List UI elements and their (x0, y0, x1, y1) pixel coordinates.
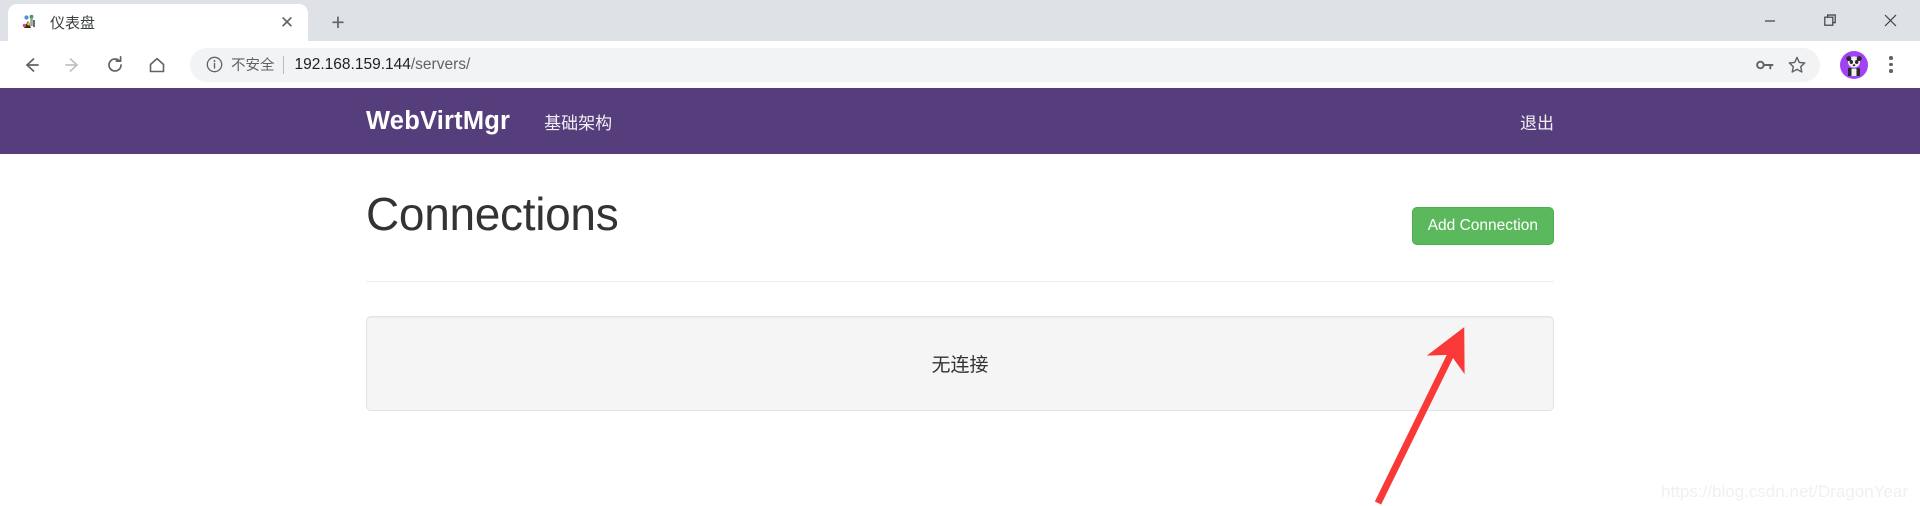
security-status-label: 不安全 (231, 58, 275, 74)
navbar-inner: WebVirtMgr 基础架构 退出 (366, 88, 1554, 154)
address-bar[interactable]: 不安全 192.168.159.144/servers/ (190, 47, 1820, 82)
nav-item-infrastructure[interactable]: 基础架构 (544, 109, 612, 134)
window-minimize-button[interactable] (1740, 0, 1800, 41)
info-circle-icon[interactable] (204, 55, 224, 75)
url-path: /servers/ (410, 55, 471, 73)
main-container: Connections Add Connection 无连接 (366, 154, 1554, 411)
window-close-button[interactable] (1860, 0, 1920, 41)
forward-button[interactable] (54, 46, 92, 84)
nav-item-logout[interactable]: 退出 (1520, 109, 1554, 134)
url-host: 192.168.159.144 (294, 55, 411, 73)
tab-title: 仪表盘 (50, 15, 96, 32)
page-header: Connections Add Connection (366, 190, 1554, 245)
back-button[interactable] (12, 46, 50, 84)
app-navbar: WebVirtMgr 基础架构 退出 (0, 88, 1920, 154)
window-controls (1740, 0, 1920, 41)
home-button[interactable] (138, 46, 176, 84)
browser-window: 仪表盘 ✕ + 不安全 192.168.159.144/servers/ Web… (0, 0, 1920, 506)
tab-strip: 仪表盘 ✕ + (0, 0, 1920, 41)
browser-toolbar: 不安全 192.168.159.144/servers/ (0, 41, 1920, 88)
header-divider (366, 281, 1554, 282)
page-content: WebVirtMgr 基础架构 退出 Connections Add Conne… (0, 88, 1920, 506)
key-icon[interactable] (1750, 50, 1780, 80)
new-tab-button[interactable]: + (320, 4, 356, 40)
watermark-text: https://blog.csdn.net/DragonYear (1661, 482, 1908, 501)
three-dot-menu[interactable] (1874, 48, 1908, 82)
omnibox-actions (1748, 50, 1812, 80)
empty-connections-panel: 无连接 (366, 316, 1554, 411)
star-icon[interactable] (1782, 50, 1812, 80)
window-restore-button[interactable] (1800, 0, 1860, 41)
browser-tab[interactable]: 仪表盘 ✕ (8, 4, 308, 41)
page-title: Connections (366, 188, 619, 240)
omnibox-divider (282, 55, 284, 74)
tab-close-icon[interactable]: ✕ (276, 12, 298, 34)
reload-button[interactable] (96, 46, 134, 84)
brand-logo[interactable]: WebVirtMgr (366, 107, 510, 136)
dashboard-favicon (22, 14, 40, 32)
add-connection-button[interactable]: Add Connection (1411, 207, 1554, 245)
empty-panel-label: 无连接 (931, 355, 989, 376)
profile-avatar[interactable] (1840, 50, 1868, 79)
url-text: 192.168.159.144/servers/ (295, 56, 471, 74)
